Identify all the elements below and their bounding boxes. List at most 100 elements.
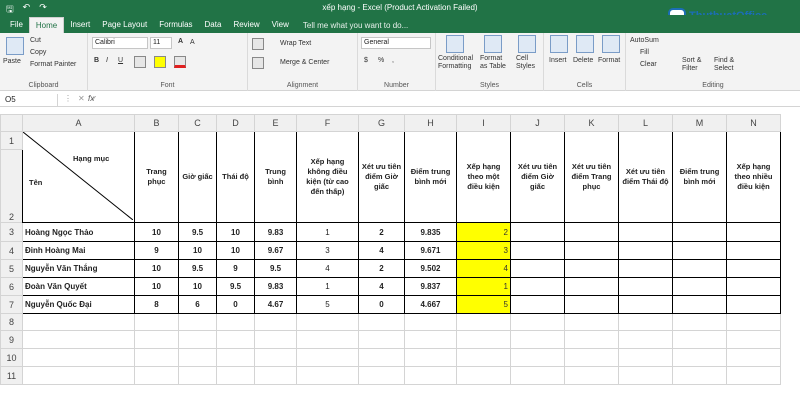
empty-cell[interactable]	[216, 348, 255, 367]
bold-button[interactable]: B	[94, 57, 99, 64]
header-diem-trung-binh-moi[interactable]: Điểm trung bình mới	[404, 131, 457, 223]
currency-button[interactable]: $	[364, 57, 368, 64]
empty-cell[interactable]	[564, 259, 619, 278]
autosum-button[interactable]: AutoSum	[630, 37, 659, 44]
empty-cell[interactable]	[510, 348, 565, 367]
empty-cell[interactable]	[618, 222, 673, 242]
empty-cell[interactable]	[134, 348, 179, 367]
cell-uu-tien[interactable]: 4	[358, 277, 405, 296]
cell-rank-highlight[interactable]: 2	[456, 222, 511, 242]
comma-button[interactable]: ,	[392, 57, 394, 64]
row-header[interactable]: 10	[0, 348, 23, 367]
empty-cell[interactable]	[618, 348, 673, 367]
cell-name[interactable]: Nguyễn Quốc Đại	[22, 295, 135, 314]
empty-cell[interactable]	[726, 330, 781, 349]
cell-diem-moi[interactable]: 4.667	[404, 295, 457, 314]
cell-trung-binh[interactable]: 4.67	[254, 295, 297, 314]
cell-thai-do[interactable]: 0	[216, 295, 255, 314]
insert-cells-button[interactable]: Insert	[549, 57, 567, 64]
column-header[interactable]: E	[254, 114, 297, 132]
empty-cell[interactable]	[672, 259, 727, 278]
header-xet-uu-tien-thai-do[interactable]: Xét ưu tiên điểm Thái độ	[618, 131, 673, 223]
empty-cell[interactable]	[22, 330, 135, 349]
cell-name[interactable]: Nguyễn Văn Thắng	[22, 259, 135, 278]
column-header[interactable]: L	[618, 114, 673, 132]
header-xep-hang-nhieu-dieu-kien[interactable]: Xếp hạng theo nhiều điều kiện	[726, 131, 781, 223]
row-header[interactable]: 2	[0, 149, 23, 223]
header-xet-uu-tien-trang-phuc[interactable]: Xét ưu tiên điểm Trang phục	[564, 131, 619, 223]
empty-cell[interactable]	[404, 348, 457, 367]
tab-page-layout[interactable]: Page Layout	[96, 17, 153, 33]
cell-gio-giac[interactable]: 10	[178, 241, 217, 260]
column-header[interactable]: B	[134, 114, 179, 132]
cell-xep-hang[interactable]: 5	[296, 295, 359, 314]
empty-cell[interactable]	[726, 241, 781, 260]
empty-cell[interactable]	[510, 330, 565, 349]
cell-uu-tien[interactable]: 2	[358, 259, 405, 278]
empty-cell[interactable]	[564, 348, 619, 367]
row-header[interactable]: 9	[0, 330, 23, 349]
empty-cell[interactable]	[618, 295, 673, 314]
cell-thai-do[interactable]: 9	[216, 259, 255, 278]
empty-cell[interactable]	[216, 313, 255, 331]
empty-cell[interactable]	[564, 330, 619, 349]
empty-cell[interactable]	[510, 277, 565, 296]
column-header[interactable]: K	[564, 114, 619, 132]
cell-uu-tien[interactable]: 0	[358, 295, 405, 314]
paste-icon[interactable]	[6, 37, 24, 55]
empty-cell[interactable]	[510, 259, 565, 278]
empty-cell[interactable]	[726, 259, 781, 278]
empty-cell[interactable]	[726, 313, 781, 331]
cell-trang-phuc[interactable]: 10	[134, 222, 179, 242]
clear-button[interactable]: Clear	[640, 61, 657, 68]
empty-cell[interactable]	[672, 330, 727, 349]
tell-me-search[interactable]: Tell me what you want to do...	[295, 18, 416, 33]
cell-xep-hang[interactable]: 4	[296, 259, 359, 278]
cell-gio-giac[interactable]: 9.5	[178, 259, 217, 278]
cell-rank-highlight[interactable]: 1	[456, 277, 511, 296]
header-thai-do[interactable]: Thái độ	[216, 131, 255, 223]
empty-cell[interactable]	[404, 330, 457, 349]
empty-cell[interactable]	[404, 313, 457, 331]
cell-thai-do[interactable]: 9.5	[216, 277, 255, 296]
row-header[interactable]: 11	[0, 366, 23, 385]
sort-filter-button[interactable]: Sort & Filter	[682, 57, 712, 73]
empty-cell[interactable]	[254, 313, 297, 331]
empty-cell[interactable]	[510, 222, 565, 242]
empty-cell[interactable]	[22, 348, 135, 367]
cell-rank-highlight[interactable]: 5	[456, 295, 511, 314]
cell-trang-phuc[interactable]: 9	[134, 241, 179, 260]
cell-rank-highlight[interactable]: 4	[456, 259, 511, 278]
font-size-select[interactable]: 11	[150, 37, 172, 49]
cell-xep-hang[interactable]: 1	[296, 222, 359, 242]
cell-diem-moi[interactable]: 9.835	[404, 222, 457, 242]
tab-insert[interactable]: Insert	[64, 17, 96, 33]
cell-xep-hang[interactable]: 3	[296, 241, 359, 260]
column-header[interactable]: N	[726, 114, 781, 132]
cell-diem-moi[interactable]: 9.502	[404, 259, 457, 278]
copy-button[interactable]: Copy	[30, 49, 46, 56]
empty-cell[interactable]	[254, 366, 297, 385]
cell-thai-do[interactable]: 10	[216, 241, 255, 260]
tab-view[interactable]: View	[266, 17, 295, 33]
column-header[interactable]: F	[296, 114, 359, 132]
cell-thai-do[interactable]: 10	[216, 222, 255, 242]
cell-uu-tien[interactable]: 4	[358, 241, 405, 260]
percent-button[interactable]: %	[378, 57, 384, 64]
cell-trung-binh[interactable]: 9.83	[254, 277, 297, 296]
header-diem-trung-binh-moi-2[interactable]: Điểm trung bình mới	[672, 131, 727, 223]
delete-cells-button[interactable]: Delete	[573, 57, 593, 64]
column-header[interactable]: M	[672, 114, 727, 132]
empty-cell[interactable]	[358, 313, 405, 331]
empty-cell[interactable]	[456, 313, 511, 331]
italic-button[interactable]: I	[106, 57, 108, 64]
number-format-select[interactable]: General	[361, 37, 431, 49]
header-xep-hang-mot-dieu-kien[interactable]: Xếp hạng theo một điều kiện	[456, 131, 511, 223]
row-header[interactable]: 4	[0, 241, 23, 260]
fill-color-icon[interactable]	[154, 56, 166, 68]
empty-cell[interactable]	[22, 313, 135, 331]
format-cells-icon[interactable]	[602, 35, 620, 53]
empty-cell[interactable]	[134, 313, 179, 331]
cut-button[interactable]: Cut	[30, 37, 41, 44]
column-header[interactable]: G	[358, 114, 405, 132]
